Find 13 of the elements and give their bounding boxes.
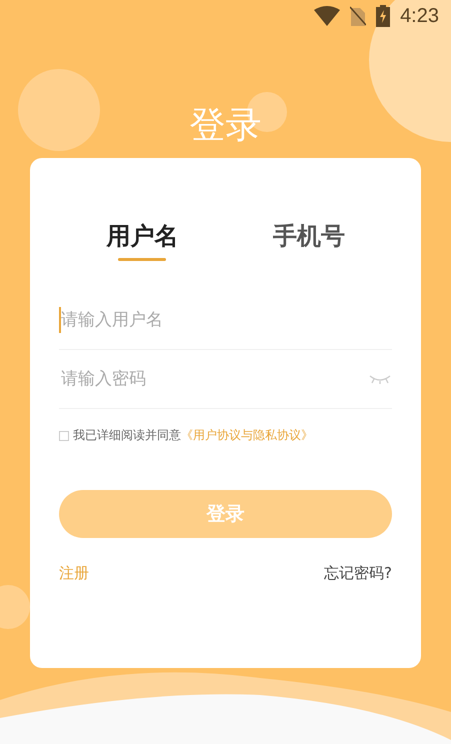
wifi-icon <box>314 6 340 26</box>
no-sim-icon <box>350 6 366 26</box>
password-field[interactable]: 请输入密码 <box>59 366 368 392</box>
agreement-checkbox[interactable] <box>59 430 69 440</box>
agreement-text: 我已详细阅读并同意《用户协议与隐私协议》 <box>73 427 313 444</box>
battery-charging-icon <box>376 5 390 27</box>
page-title: 登录 <box>190 104 262 148</box>
username-field[interactable]: 请输入用户名 <box>59 307 392 333</box>
forgot-password-link[interactable]: 忘记密码? <box>324 564 392 583</box>
closed-eye-icon[interactable] <box>368 373 392 385</box>
status-time: 4:23 <box>400 4 439 28</box>
login-tab[interactable]: 用户名 <box>106 220 178 261</box>
login-tab[interactable]: 手机号 <box>272 220 345 261</box>
